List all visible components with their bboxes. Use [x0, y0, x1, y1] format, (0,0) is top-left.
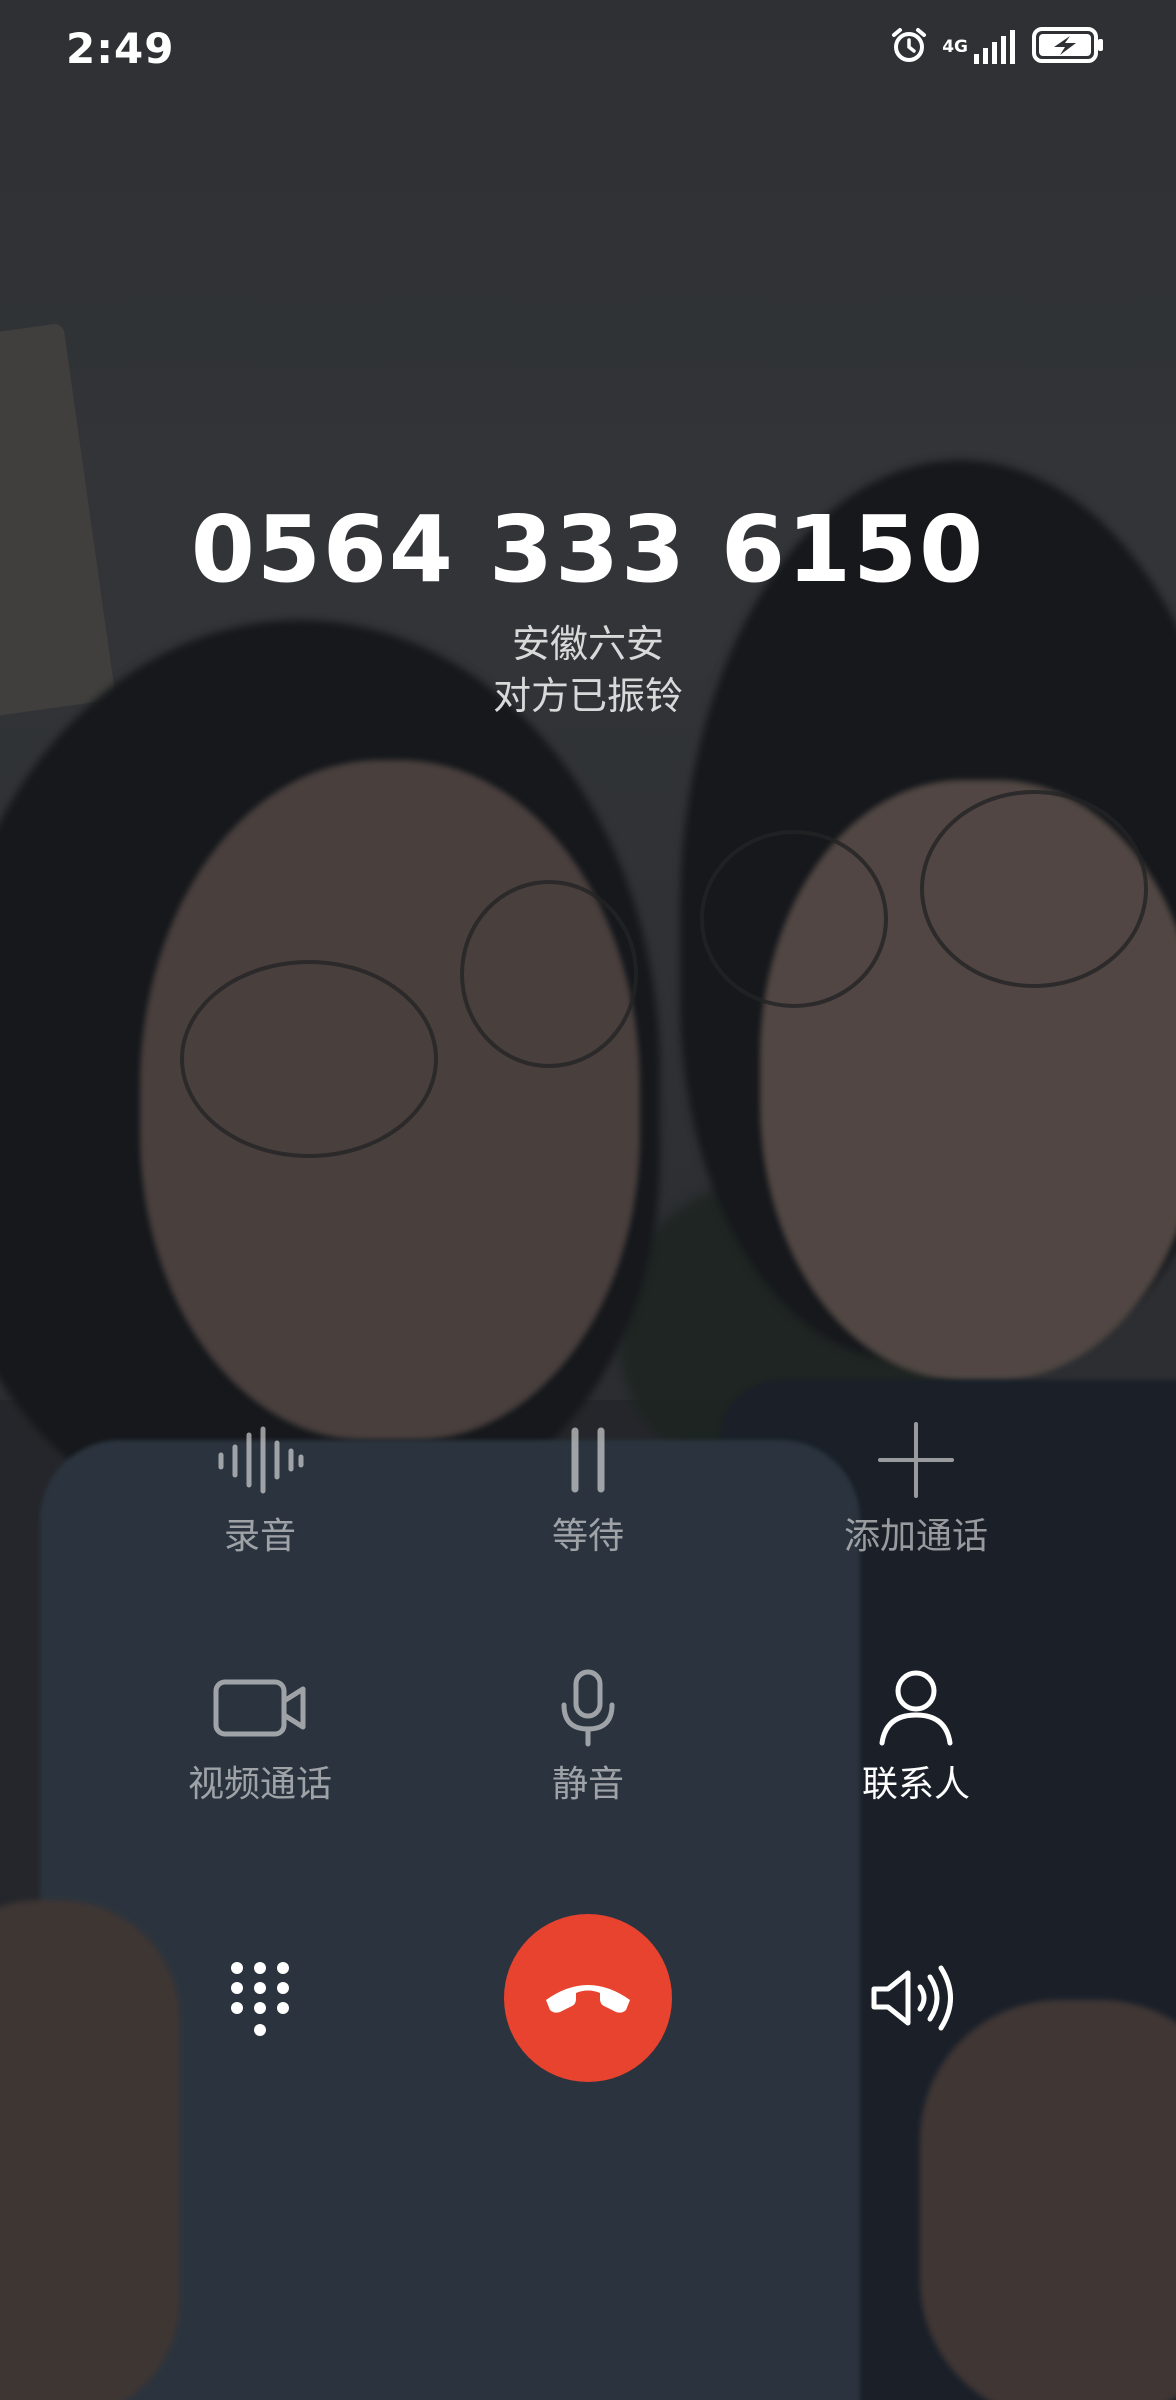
person-icon	[766, 1668, 1066, 1748]
mute-label: 静音	[551, 1764, 624, 1805]
status-icons: 4G	[890, 26, 1106, 68]
speaker-icon	[870, 1965, 960, 2035]
end-call-button[interactable]	[504, 1914, 672, 2082]
plus-icon	[766, 1420, 1066, 1500]
call-status: 对方已振铃	[492, 674, 683, 718]
caller-location: 安徽六安	[511, 622, 664, 666]
battery-charging-icon	[1032, 27, 1106, 67]
video-camera-icon	[110, 1668, 410, 1748]
mute-button[interactable]: 静音	[438, 1668, 738, 1808]
caller-info: 0564 333 6150 安徽六安 对方已振铃	[0, 495, 1176, 723]
hold-button[interactable]: 等待	[438, 1420, 738, 1560]
dialpad-button[interactable]	[210, 1952, 310, 2052]
microphone-icon	[438, 1668, 738, 1748]
network-type-label: 4G	[942, 36, 968, 57]
video-call-label: 视频通话	[187, 1764, 332, 1805]
status-time: 2:49	[66, 24, 175, 73]
video-call-button[interactable]: 视频通话	[110, 1668, 410, 1808]
pause-icon	[438, 1420, 738, 1500]
signal-icon: 4G	[942, 30, 1018, 64]
caller-number: 0564 333 6150	[190, 496, 986, 603]
hold-label: 等待	[551, 1516, 624, 1557]
contacts-label: 联系人	[861, 1764, 970, 1805]
dialpad-icon	[229, 1960, 291, 2044]
record-button[interactable]: 录音	[110, 1420, 410, 1560]
add-call-button[interactable]: 添加通话	[766, 1420, 1066, 1560]
speaker-button[interactable]	[860, 1955, 970, 2045]
record-label: 录音	[223, 1516, 296, 1557]
add-call-label: 添加通话	[843, 1516, 988, 1557]
contacts-button[interactable]: 联系人	[766, 1668, 1066, 1808]
waveform-icon	[110, 1420, 410, 1500]
status-bar: 2:49 4G	[0, 0, 1176, 100]
hang-up-icon	[540, 1976, 636, 2020]
alarm-icon	[890, 26, 928, 68]
